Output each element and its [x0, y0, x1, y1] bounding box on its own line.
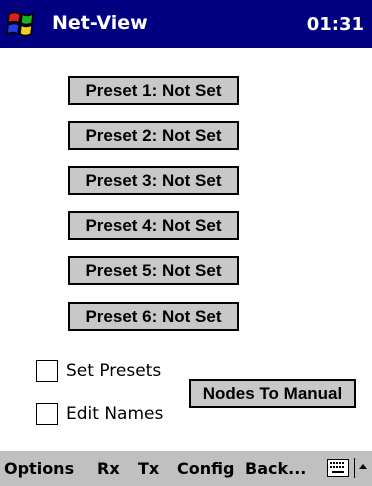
clock[interactable]: 01:31 [307, 12, 364, 38]
edit-names-label: Edit Names [66, 404, 164, 424]
nodes-to-manual-button[interactable]: Nodes To Manual [189, 379, 356, 408]
title-bar: Net-View 01:31 [0, 0, 372, 48]
preset-2-button[interactable]: Preset 2: Not Set [68, 121, 239, 150]
preset-6-button[interactable]: Preset 6: Not Set [68, 302, 239, 331]
app-title: Net-View [52, 12, 148, 34]
preset-1-button[interactable]: Preset 1: Not Set [68, 76, 239, 105]
preset-3-button[interactable]: Preset 3: Not Set [68, 166, 239, 195]
menu-config[interactable]: Config [177, 458, 234, 480]
menu-back[interactable]: Back... [245, 458, 306, 480]
keyboard-icon[interactable] [327, 459, 349, 477]
menubar-divider [354, 458, 355, 478]
menu-rx[interactable]: Rx [97, 458, 120, 480]
menu-tx[interactable]: Tx [138, 458, 159, 480]
menu-bar: Options Rx Tx Config Back... [0, 450, 372, 486]
windows-flag-icon[interactable] [4, 7, 38, 39]
up-arrow-icon[interactable] [359, 464, 367, 469]
set-presets-checkbox[interactable] [36, 360, 58, 382]
edit-names-checkbox[interactable] [36, 403, 58, 425]
preset-5-button[interactable]: Preset 5: Not Set [68, 256, 239, 285]
set-presets-label: Set Presets [66, 361, 162, 381]
preset-4-button[interactable]: Preset 4: Not Set [68, 211, 239, 240]
menu-options[interactable]: Options [4, 458, 74, 480]
